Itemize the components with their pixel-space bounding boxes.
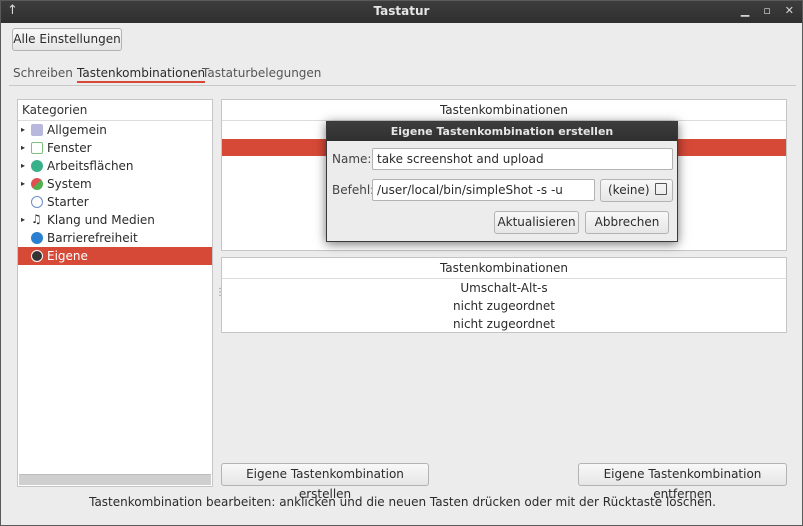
command-field[interactable]: /user/local/bin/simpleShot -s -u — [372, 179, 595, 201]
category-item-arbeitsflaechen[interactable]: ▸ Arbeitsflächen — [18, 157, 212, 175]
custom-shortcut-icon — [31, 250, 43, 262]
window-icon — [31, 142, 43, 154]
shortcut-list-header: Tastenkombinationen — [222, 100, 786, 121]
category-list: Kategorien ▸ Allgemein ▸ Fenster ▸ Arbei… — [17, 99, 213, 487]
window-title: Tastatur — [373, 4, 430, 18]
keybinding-row[interactable]: nicht zugeordnet — [222, 297, 786, 315]
all-settings-button[interactable]: Alle Einstellungen — [12, 28, 122, 51]
category-item-fenster[interactable]: ▸ Fenster — [18, 139, 212, 157]
tab-tastaturbelegungen[interactable]: Tastaturbelegungen — [202, 66, 321, 80]
maximize-icon[interactable]: ▫ — [763, 4, 770, 17]
category-item-barrierefreiheit[interactable]: Barrierefreiheit — [18, 229, 212, 247]
category-item-allgemein[interactable]: ▸ Allgemein — [18, 121, 212, 139]
expand-arrow-icon[interactable]: ▸ — [21, 211, 25, 229]
titlebar: ↑ Tastatur ▁ ▫ ✕ — [1, 1, 802, 23]
keybinding-list-header: Tastenkombinationen — [222, 258, 786, 279]
file-chooser-button[interactable]: (keine) — [600, 179, 673, 202]
create-shortcut-button[interactable]: Eigene Tastenkombination erstellen — [221, 463, 429, 501]
close-icon[interactable]: ✕ — [785, 4, 794, 17]
update-button[interactable]: Aktualisieren — [494, 211, 579, 234]
expand-arrow-icon[interactable]: ▸ — [21, 139, 25, 157]
name-label: Name: — [332, 152, 372, 166]
remove-shortcut-button[interactable]: Eigene Tastenkombination entfernen — [578, 463, 787, 501]
keyboard-settings-window: ↑ Tastatur ▁ ▫ ✕ Alle Einstellungen Schr… — [0, 0, 803, 526]
category-header: Kategorien — [18, 100, 212, 121]
category-item-eigene-tastenkombinationen[interactable]: Eigene Tastenkombinationen — [18, 247, 212, 281]
category-label: Allgemein — [47, 123, 107, 137]
system-icon — [31, 178, 43, 190]
workspace-icon — [31, 160, 43, 172]
command-label: Befehl: — [332, 183, 375, 197]
category-label: Arbeitsflächen — [47, 159, 134, 173]
launcher-icon — [31, 196, 43, 208]
tab-schreiben[interactable]: Schreiben — [13, 66, 73, 80]
folder-icon — [655, 183, 667, 195]
status-hint: Tastenkombination bearbeiten: anklicken … — [89, 495, 716, 509]
keyboard-icon — [31, 124, 43, 136]
category-item-starter[interactable]: Starter — [18, 193, 212, 211]
category-label: Starter — [47, 195, 89, 209]
category-label: Fenster — [47, 141, 92, 155]
cancel-button[interactable]: Abbrechen — [585, 211, 669, 234]
file-chooser-label: (keine) — [608, 183, 650, 197]
category-label: Klang und Medien — [47, 213, 155, 227]
category-item-klang-und-medien[interactable]: ▸ ♫ Klang und Medien — [18, 211, 212, 229]
category-item-system[interactable]: ▸ System — [18, 175, 212, 193]
keybinding-list-box: Tastenkombinationen Umschalt-Alt-s nicht… — [221, 257, 787, 333]
keybinding-row[interactable]: Umschalt-Alt-s — [222, 279, 786, 297]
create-shortcut-dialog: Eigene Tastenkombination erstellen Name:… — [326, 121, 678, 242]
expand-arrow-icon[interactable]: ▸ — [21, 157, 25, 175]
name-field[interactable]: take screenshot and upload — [372, 148, 673, 170]
category-label: System — [47, 177, 92, 191]
tab-tastenkombinationen[interactable]: Tastenkombinationen — [77, 66, 206, 83]
category-label: Barrierefreiheit — [47, 231, 138, 245]
dialog-title: Eigene Tastenkombination erstellen — [327, 122, 677, 141]
expand-arrow-icon[interactable]: ▸ — [21, 121, 25, 139]
pane-splitter-handle[interactable]: ⋮ — [215, 287, 225, 299]
keybinding-row[interactable]: nicht zugeordnet — [222, 315, 786, 333]
expand-arrow-icon[interactable]: ▸ — [21, 175, 25, 193]
horizontal-scrollbar[interactable] — [19, 474, 211, 485]
accessibility-icon — [31, 232, 43, 244]
music-icon: ♫ — [31, 212, 42, 226]
minimize-icon[interactable]: ▁ — [741, 4, 749, 17]
category-label: Eigene Tastenkombinationen — [47, 249, 176, 281]
tab-bar: Schreiben Tastenkombinationen Tastaturbe… — [9, 63, 796, 86]
